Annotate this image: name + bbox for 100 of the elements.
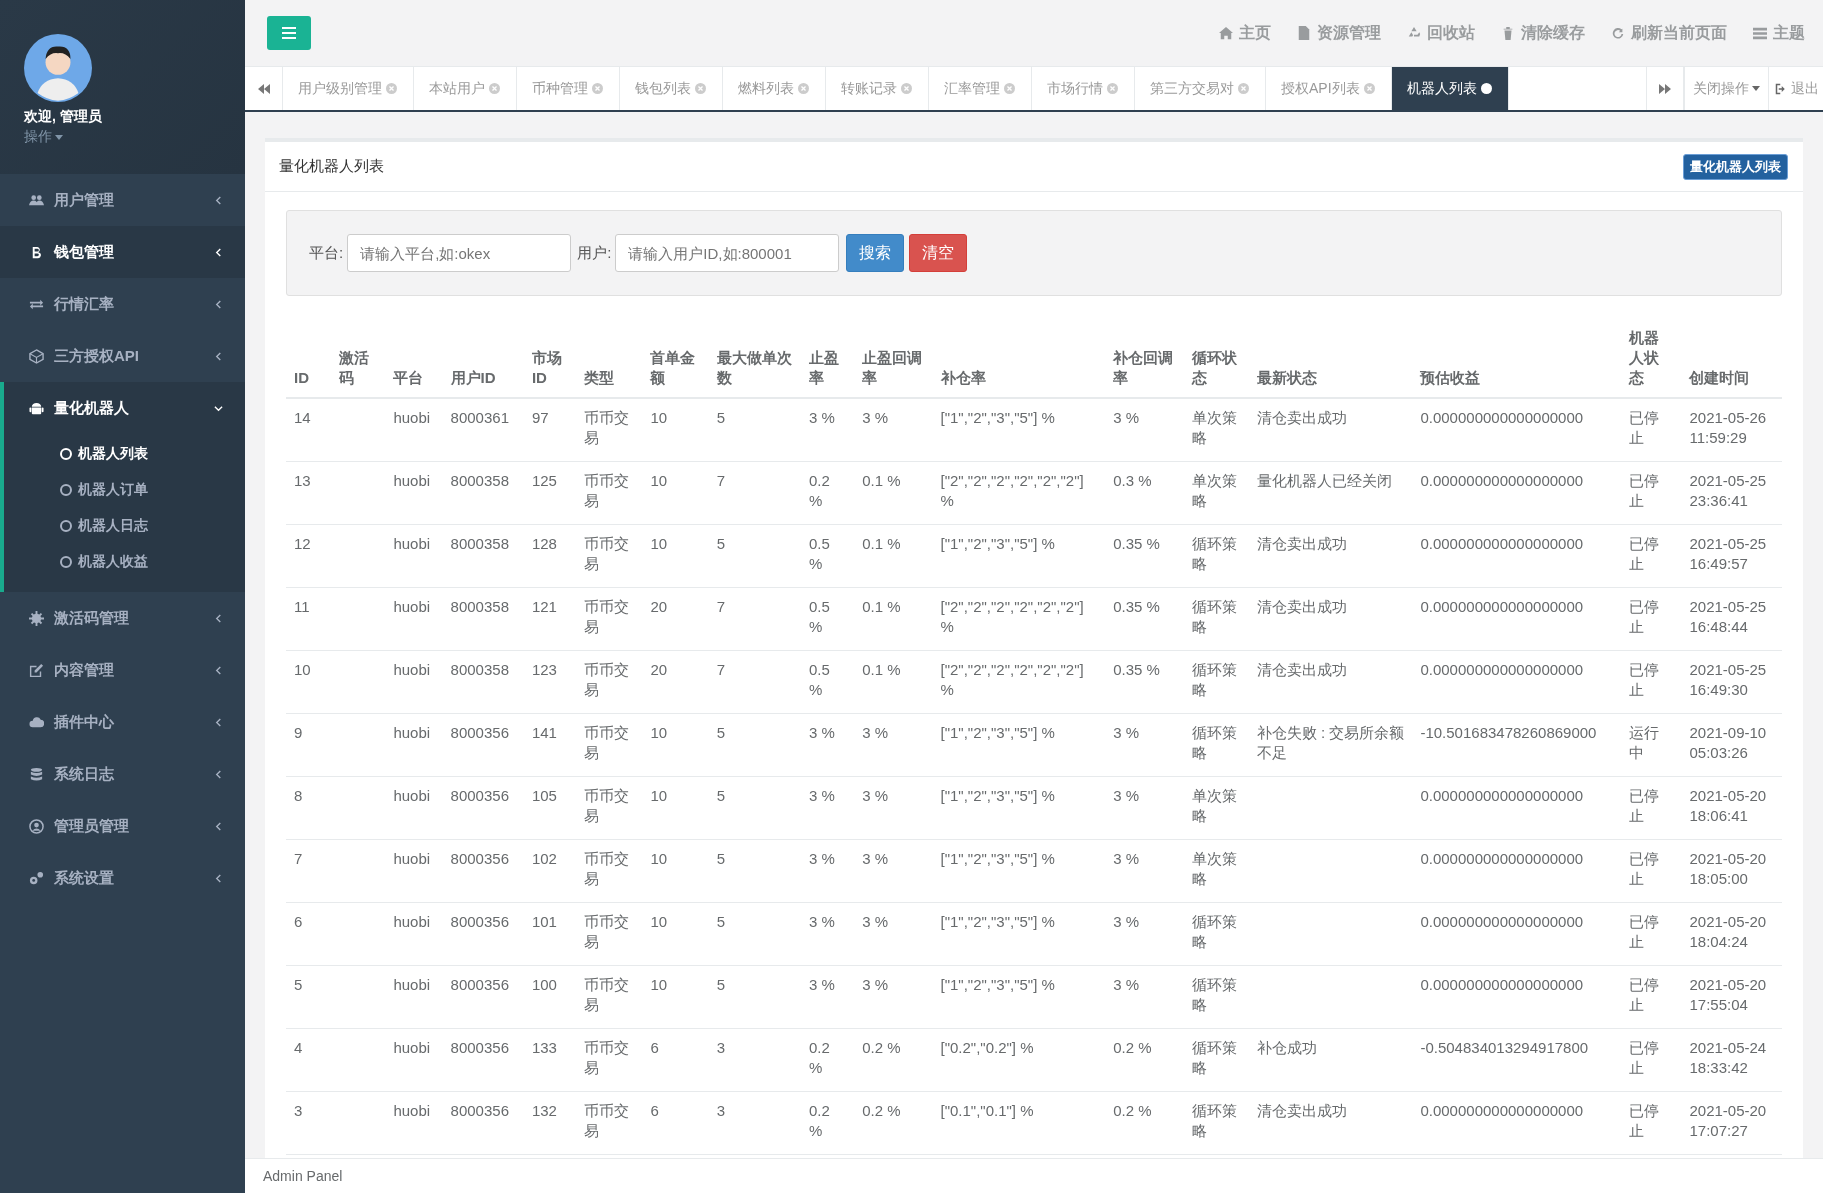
table-cell: 清仓卖出成功 <box>1256 409 1347 426</box>
chevron-icon <box>214 821 223 831</box>
page-tab[interactable]: 钱包列表 <box>620 67 723 110</box>
page-tab[interactable]: 汇率管理 <box>929 67 1032 110</box>
table-cell: huobi <box>393 913 431 930</box>
submenu-item[interactable]: 机器人列表 <box>4 436 245 472</box>
top-link[interactable]: 回收站 <box>1407 22 1475 44</box>
table-cell: 2021-05-20 18:06:41 <box>1689 787 1767 824</box>
table-cell: huobi <box>393 598 431 615</box>
table-cell: 128 <box>531 535 557 552</box>
chevron-icon <box>214 351 223 361</box>
scroll-right-button[interactable] <box>1646 67 1684 110</box>
avatar-icon[interactable] <box>24 34 92 102</box>
top-link[interactable]: 清除缓存 <box>1501 22 1585 44</box>
table-cell: 0.3 % <box>1113 472 1152 489</box>
table-cell: 已停止 <box>1629 976 1660 1013</box>
chevron-icon <box>214 769 223 779</box>
page-tab[interactable]: 燃料列表 <box>723 67 826 110</box>
platform-input[interactable]: 请输入平台,如:okex <box>347 234 572 272</box>
table-cell: 循环策略 <box>1191 535 1237 572</box>
user-circle-icon <box>29 818 44 834</box>
menu-item[interactable]: 系统设置 <box>0 852 245 904</box>
page-tab[interactable]: 币种管理 <box>517 67 620 110</box>
close-icon[interactable] <box>1480 83 1492 94</box>
table-cell: 0.000000000000000000 <box>1420 850 1584 867</box>
table-cell: 5 <box>716 787 725 804</box>
top-link[interactable]: 资源管理 <box>1297 22 1381 44</box>
table-cell: 10 <box>294 661 311 678</box>
page-tab[interactable]: 机器人列表 <box>1391 67 1509 110</box>
table-cell: 0.000000000000000000 <box>1420 976 1584 993</box>
menu-item[interactable]: 管理员管理 <box>0 800 245 852</box>
table-cell: 循环策略 <box>1191 976 1237 1013</box>
menu-item[interactable]: 用户管理 <box>0 174 245 226</box>
table-cell: 20 <box>650 661 668 678</box>
user-id-input[interactable]: 请输入用户ID,如:800001 <box>615 234 840 272</box>
table-cell: 20 <box>650 598 668 615</box>
double-right-arrow-icon <box>1659 83 1671 94</box>
gear-icon <box>29 610 44 626</box>
cloud-icon <box>29 714 44 730</box>
table-cell: 3 % <box>809 724 835 741</box>
menu-toggle-button[interactable] <box>267 16 311 50</box>
submenu-item[interactable]: 机器人日志 <box>4 508 245 544</box>
table-cell: 循环策略 <box>1191 1102 1237 1139</box>
table-cell: 125 <box>531 472 557 489</box>
table-cell: 3 % <box>862 787 889 804</box>
table-cell: 10 <box>650 409 668 426</box>
table-cell: 5 <box>716 409 725 426</box>
search-button[interactable]: 搜索 <box>846 234 905 272</box>
table-cell: 7 <box>716 598 725 615</box>
menu-item[interactable]: 钱包管理 <box>0 226 245 278</box>
table-cell: 11 <box>294 598 310 615</box>
table-cell: 0.2 % <box>809 472 830 509</box>
table-cell: 0.000000000000000000 <box>1420 409 1584 426</box>
table-cell: 3 % <box>1113 976 1140 993</box>
table-cell: 6 <box>294 913 303 930</box>
table-cell: 3 <box>716 1039 725 1056</box>
table-cell: 3 % <box>862 913 889 930</box>
table-cell: ["1","2","3","5"] % <box>940 976 1055 993</box>
table-cell: 3 % <box>862 850 889 867</box>
page-tab[interactable]: 用户级别管理 <box>283 67 414 110</box>
table-cell: 已停止 <box>1629 661 1660 698</box>
page-tab[interactable]: 转账记录 <box>826 67 929 110</box>
user-menu[interactable]: 操作 <box>24 128 63 146</box>
page-tab[interactable]: 市场行情 <box>1032 67 1135 110</box>
menu-item[interactable]: 三方授权API <box>0 330 245 382</box>
table-cell: 3 % <box>809 787 835 804</box>
page-tab[interactable]: 授权API列表 <box>1266 67 1392 110</box>
logout-icon <box>1775 82 1787 95</box>
table-cell: 2021-05-26 11:59:29 <box>1689 409 1767 446</box>
table-cell: ["0.1","0.1"] % <box>940 1102 1034 1119</box>
top-link[interactable]: 刷新当前页面 <box>1611 22 1727 44</box>
clear-button[interactable]: 清空 <box>909 234 968 272</box>
menu-item[interactable]: 量化机器人 <box>0 382 245 434</box>
table-cell: 8000356 <box>450 787 509 804</box>
table-cell: 已停止 <box>1629 1039 1660 1076</box>
menu-item[interactable]: 内容管理 <box>0 644 245 696</box>
table-cell: 循环策略 <box>1191 724 1237 761</box>
submenu-item[interactable]: 机器人收益 <box>4 544 245 580</box>
table-cell: 10 <box>650 850 668 867</box>
table-cell: huobi <box>393 409 431 426</box>
table-cell: 9 <box>294 724 303 741</box>
cube-icon <box>29 348 44 364</box>
table-cell: 循环策略 <box>1191 913 1237 950</box>
menu-item[interactable]: 行情汇率 <box>0 278 245 330</box>
table-cell: 3 % <box>862 724 889 741</box>
menu-item[interactable]: 系统日志 <box>0 748 245 800</box>
menu-item[interactable]: 激活码管理 <box>0 592 245 644</box>
table-cell: ["1","2","3","5"] % <box>940 913 1055 930</box>
chevron-icon <box>214 665 223 675</box>
table-cell: ["1","2","3","5"] % <box>940 409 1055 426</box>
column-header: 循环状态 <box>1191 349 1237 386</box>
page-tab[interactable]: 本站用户 <box>414 67 517 110</box>
table-cell: 0.1 % <box>862 472 901 489</box>
page-tab[interactable]: 第三方交易对 <box>1135 67 1266 110</box>
table-cell: 0.2 % <box>1113 1039 1152 1056</box>
top-link[interactable]: 主页 <box>1219 22 1271 44</box>
menu-item[interactable]: 插件中心 <box>0 696 245 748</box>
submenu-item[interactable]: 机器人订单 <box>4 472 245 508</box>
recycle-icon <box>1407 26 1421 40</box>
top-link[interactable]: 主题 <box>1753 22 1805 44</box>
